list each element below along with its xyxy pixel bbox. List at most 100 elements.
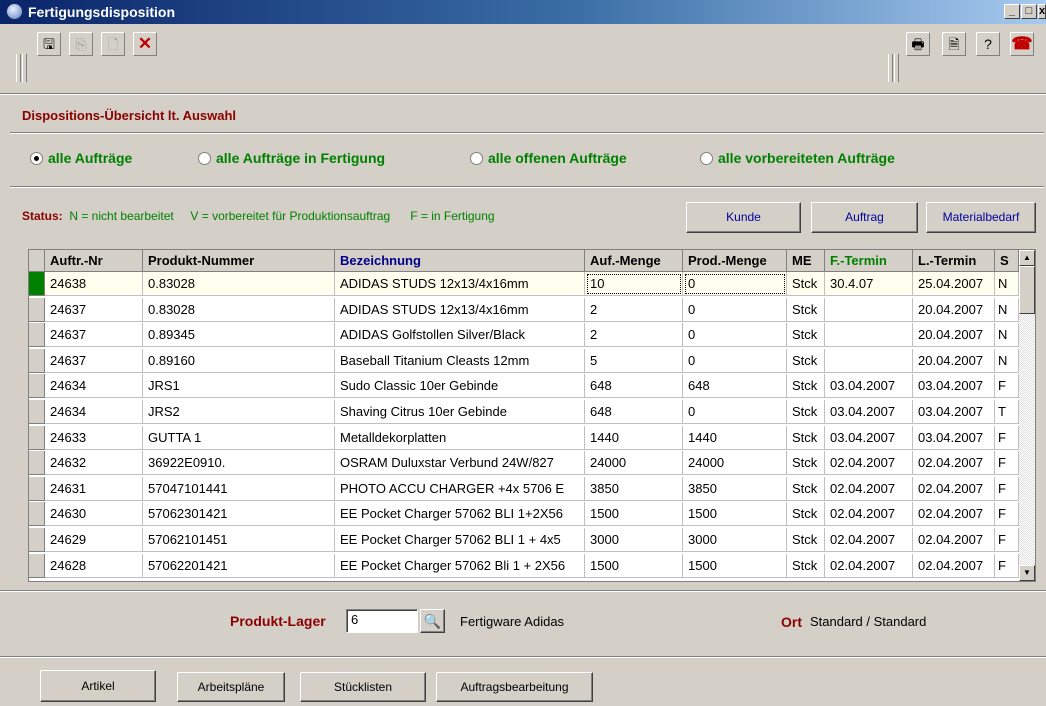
- table-cell[interactable]: JRS1: [143, 374, 335, 399]
- auftrag-button[interactable]: Auftrag: [811, 202, 918, 233]
- filter-label[interactable]: alle Aufträge: [48, 150, 132, 166]
- toolbar-grip[interactable]: [894, 54, 899, 82]
- table-cell[interactable]: Stck: [787, 528, 825, 552]
- table-cell[interactable]: 03.04.2007: [913, 425, 995, 450]
- table-cell[interactable]: 3850: [683, 476, 787, 501]
- table-row[interactable]: 24637 0.89160 Baseball Titanium Cleasts 12…: [29, 348, 1019, 373]
- table-cell[interactable]: 30.4.07: [825, 272, 913, 296]
- table-cell[interactable]: 25.04.2007: [913, 272, 995, 296]
- stuecklisten-button[interactable]: Stücklisten: [300, 672, 426, 702]
- table-cell[interactable]: Stck: [787, 272, 825, 296]
- table-cell[interactable]: 1500: [683, 502, 787, 527]
- toolbar-grip[interactable]: [888, 54, 893, 82]
- table-cell[interactable]: 02.04.2007: [913, 553, 995, 578]
- table-cell[interactable]: 20.04.2007: [913, 297, 995, 322]
- table-cell[interactable]: 02.04.2007: [825, 553, 913, 578]
- row-selector[interactable]: [29, 502, 45, 527]
- table-cell[interactable]: 24000: [683, 451, 787, 476]
- table-cell[interactable]: 02.04.2007: [825, 528, 913, 552]
- table-cell[interactable]: EE Pocket Charger 57062 Bli 1 + 2X56: [335, 553, 585, 578]
- table-cell[interactable]: 5: [585, 348, 683, 373]
- table-cell[interactable]: 02.04.2007: [825, 476, 913, 501]
- table-cell[interactable]: ADIDAS STUDS 12x13/4x16mm: [335, 272, 585, 296]
- table-cell[interactable]: 0: [683, 400, 787, 424]
- table-cell[interactable]: Stck: [787, 502, 825, 527]
- table-cell[interactable]: F: [995, 451, 1019, 476]
- search-icon[interactable]: 🔍: [420, 609, 445, 633]
- table-cell[interactable]: 24628: [45, 553, 143, 578]
- table-cell[interactable]: Baseball Titanium Cleasts 12mm: [335, 348, 585, 373]
- arbeitsplaene-button[interactable]: Arbeitspläne: [177, 672, 285, 702]
- table-cell[interactable]: ADIDAS Golfstollen Silver/Black: [335, 323, 585, 348]
- table-cell[interactable]: 1500: [585, 502, 683, 527]
- table-cell[interactable]: 24000: [585, 451, 683, 476]
- column-header[interactable]: ME: [787, 250, 825, 272]
- exit-icon[interactable]: ☎: [1010, 32, 1034, 56]
- table-cell[interactable]: 20.04.2007: [913, 323, 995, 348]
- table-cell[interactable]: 02.04.2007: [825, 451, 913, 476]
- table-cell[interactable]: 20.04.2007: [913, 348, 995, 373]
- table-cell[interactable]: [825, 323, 913, 348]
- auftragsbearbeitung-button[interactable]: Auftragsbearbeitung: [436, 672, 593, 702]
- filter-radio[interactable]: [470, 152, 483, 165]
- save-icon[interactable]: 🖫: [37, 32, 61, 56]
- table-cell[interactable]: 648: [585, 374, 683, 399]
- row-selector[interactable]: [29, 323, 45, 348]
- table-cell[interactable]: 02.04.2007: [825, 502, 913, 527]
- table-cell[interactable]: F: [995, 553, 1019, 578]
- table-cell[interactable]: [825, 297, 913, 322]
- column-header[interactable]: Bezeichnung: [335, 250, 585, 272]
- table-cell[interactable]: 0.83028: [143, 272, 335, 296]
- row-selector[interactable]: [29, 451, 45, 476]
- table-cell[interactable]: 1440: [683, 425, 787, 450]
- table-cell[interactable]: Stck: [787, 374, 825, 399]
- table-cell[interactable]: PHOTO ACCU CHARGER +4x 5706 E: [335, 476, 585, 501]
- table-row[interactable]: 24633 GUTTA 1 Metalldekorplatten 1440 1440 St…: [29, 425, 1019, 450]
- table-cell[interactable]: 3000: [585, 528, 683, 552]
- table-cell[interactable]: 0: [683, 297, 787, 322]
- table-cell[interactable]: Stck: [787, 400, 825, 424]
- filter-radio[interactable]: [30, 152, 43, 165]
- table-cell[interactable]: 24631: [45, 476, 143, 501]
- table-row[interactable]: 24632 36922E0910. OSRAM Duluxstar Verbund …: [29, 451, 1019, 476]
- table-cell[interactable]: 57062101451: [143, 528, 335, 552]
- table-cell[interactable]: 1440: [585, 425, 683, 450]
- column-header[interactable]: Auf.-Menge: [585, 250, 683, 272]
- table-cell[interactable]: JRS2: [143, 400, 335, 424]
- table-cell[interactable]: 57062201421: [143, 553, 335, 578]
- print-icon[interactable]: 🖶: [906, 32, 930, 56]
- row-selector[interactable]: [29, 528, 45, 552]
- table-cell[interactable]: 03.04.2007: [913, 374, 995, 399]
- table-row[interactable]: 24629 57062101451 EE Pocket Charger 57062 …: [29, 528, 1019, 552]
- materialbedarf-button[interactable]: Materialbedarf: [926, 202, 1036, 233]
- table-cell[interactable]: 1500: [585, 553, 683, 578]
- delete-icon[interactable]: ✕: [133, 32, 157, 56]
- column-header[interactable]: S: [995, 250, 1019, 272]
- row-selector[interactable]: [29, 348, 45, 373]
- table-cell[interactable]: 0.89160: [143, 348, 335, 373]
- table-cell[interactable]: 0: [683, 348, 787, 373]
- scroll-thumb[interactable]: [1019, 266, 1035, 314]
- artikel-button[interactable]: Artikel: [40, 670, 156, 702]
- table-row[interactable]: 24628 57062201421 EE Pocket Charger 57062 …: [29, 553, 1019, 578]
- table-cell[interactable]: Stck: [787, 323, 825, 348]
- produkt-lager-input[interactable]: 6: [346, 609, 418, 633]
- column-header[interactable]: Prod.-Menge: [683, 250, 787, 272]
- toolbar-grip[interactable]: [22, 54, 27, 82]
- table-cell[interactable]: OSRAM Duluxstar Verbund 24W/827: [335, 451, 585, 476]
- table-cell[interactable]: 3850: [585, 476, 683, 501]
- kunde-button[interactable]: Kunde: [686, 202, 801, 233]
- table-cell[interactable]: F: [995, 374, 1019, 399]
- table-cell[interactable]: 03.04.2007: [825, 400, 913, 424]
- table-cell[interactable]: 24634: [45, 400, 143, 424]
- column-header[interactable]: Auftr.-Nr: [45, 250, 143, 272]
- table-cell[interactable]: F: [995, 425, 1019, 450]
- filter-radio[interactable]: [700, 152, 713, 165]
- filter-label[interactable]: alle vorbereiteten Aufträge: [718, 150, 895, 166]
- table-cell[interactable]: 36922E0910.: [143, 451, 335, 476]
- table-cell[interactable]: 24638: [45, 272, 143, 296]
- scroll-down-icon[interactable]: ▼: [1019, 565, 1035, 581]
- toolbar-grip[interactable]: [16, 54, 21, 82]
- table-cell[interactable]: EE Pocket Charger 57062 BLI 1+2X56: [335, 502, 585, 527]
- table-row[interactable]: 24634 JRS1 Sudo Classic 10er Gebinde 648 648…: [29, 374, 1019, 399]
